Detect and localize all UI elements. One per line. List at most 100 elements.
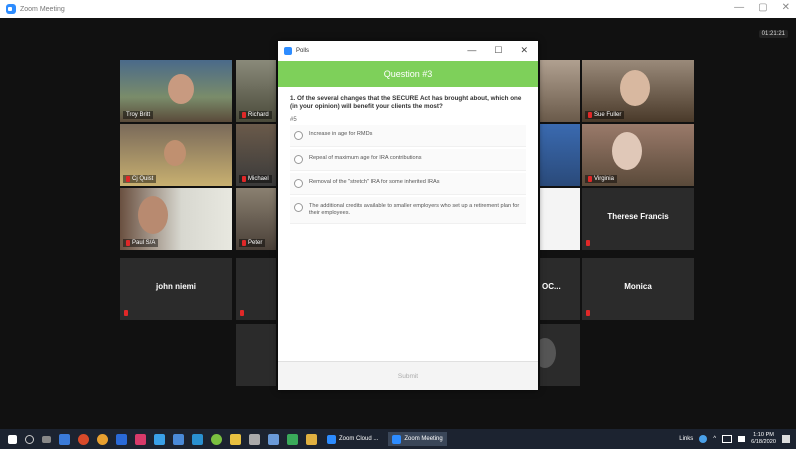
video-tile[interactable]: OC...	[540, 258, 580, 320]
app-icon[interactable]	[249, 433, 260, 445]
muted-mic-icon	[588, 112, 592, 118]
app-icon[interactable]	[135, 433, 146, 445]
poll-maximize-button[interactable]: ☐	[494, 45, 502, 56]
app-icon[interactable]	[78, 433, 89, 445]
poll-minimize-button[interactable]: —	[467, 45, 476, 56]
video-tile[interactable]: Peter	[236, 188, 276, 250]
maximize-button[interactable]: ▢	[758, 2, 767, 13]
app-icon[interactable]	[306, 433, 317, 445]
video-tile[interactable]: Virginia	[582, 124, 694, 186]
video-tile[interactable]: Cj Quist	[120, 124, 232, 186]
question-text: 1. Of the several changes that the SECUR…	[290, 95, 522, 110]
muted-mic-icon	[124, 310, 128, 316]
minimize-button[interactable]: —	[734, 2, 744, 13]
windows-start-icon[interactable]	[8, 434, 17, 444]
video-tile[interactable]	[540, 60, 580, 122]
option-label: Removal of the "stretch" IRA for some in…	[309, 179, 440, 185]
file-explorer-icon[interactable]	[59, 433, 70, 445]
video-tile[interactable]: Sue Fuller	[582, 60, 694, 122]
muted-mic-icon	[588, 176, 592, 182]
app-icon[interactable]	[287, 433, 298, 445]
participant-name: Therese Francis	[607, 212, 669, 221]
participant-name: Michael	[239, 175, 272, 183]
task-view-icon[interactable]	[42, 435, 51, 443]
taskbar: Zoom Cloud ... Zoom Meeting Links ^ 1:10…	[0, 429, 796, 449]
close-button[interactable]: ✕	[782, 2, 790, 13]
video-tile[interactable]: Troy Britt	[120, 60, 232, 122]
poll-option[interactable]: Repeal of maximum age for IRA contributi…	[290, 149, 526, 171]
meeting-timer: 01:21:21	[758, 30, 788, 38]
video-tile[interactable]	[540, 324, 580, 386]
app-icon[interactable]	[268, 433, 279, 445]
radio-button[interactable]	[294, 131, 303, 140]
video-tile[interactable]: Paul S/A	[120, 188, 232, 250]
poll-option[interactable]: Removal of the "stretch" IRA for some in…	[290, 173, 526, 195]
participant-name: Paul S/A	[123, 239, 159, 247]
video-tile[interactable]	[540, 188, 580, 250]
radio-button[interactable]	[294, 179, 303, 188]
chrome-icon[interactable]	[97, 433, 108, 445]
muted-mic-icon	[126, 240, 130, 246]
network-icon[interactable]	[722, 435, 733, 443]
app-icon[interactable]	[192, 433, 203, 445]
video-tile[interactable]	[540, 124, 580, 186]
video-tile[interactable]	[236, 258, 276, 320]
zoom-app-icon	[284, 47, 292, 55]
muted-mic-icon	[242, 176, 246, 182]
taskbar-app-zoom-cloud[interactable]: Zoom Cloud ...	[323, 432, 382, 446]
poll-close-button[interactable]: ✕	[520, 45, 528, 56]
taskbar-app-zoom-meeting[interactable]: Zoom Meeting	[388, 432, 447, 446]
question-header: Question #3	[278, 61, 538, 87]
option-label: Increase in age for RMDs	[309, 131, 373, 137]
zoom-app-icon	[6, 4, 16, 14]
question-number: #5	[290, 117, 297, 123]
links-toolbar[interactable]: Links	[679, 436, 693, 442]
participant-name: Richard	[239, 111, 272, 119]
poll-option[interactable]: The additional credits available to smal…	[290, 197, 526, 224]
volume-icon[interactable]	[738, 436, 746, 442]
participant-name: Monica	[624, 282, 652, 291]
video-tile[interactable]: john niemi	[120, 258, 232, 320]
participant-name: Virginia	[585, 175, 617, 183]
search-icon[interactable]	[25, 434, 34, 444]
zoom-app-icon	[392, 434, 402, 444]
submit-button[interactable]: Submit	[278, 361, 538, 390]
video-tile[interactable]: Monica	[582, 258, 694, 320]
video-tile[interactable]: Michael	[236, 124, 276, 186]
radio-button[interactable]	[294, 203, 303, 212]
muted-mic-icon	[242, 112, 246, 118]
app-icon[interactable]	[173, 433, 184, 445]
poll-window-controls: — ☐ ✕	[467, 45, 528, 56]
participant-name: Cj Quist	[123, 175, 157, 183]
muted-mic-icon	[242, 240, 246, 246]
notifications-icon[interactable]	[782, 435, 790, 443]
option-label: Repeal of maximum age for IRA contributi…	[309, 155, 422, 161]
poll-option[interactable]: Increase in age for RMDs	[290, 125, 526, 147]
participant-name: john niemi	[156, 282, 196, 291]
muted-mic-icon	[240, 310, 244, 316]
poll-title-bar: Polls — ☐ ✕	[278, 41, 538, 61]
window-controls: — ▢ ✕	[734, 2, 790, 13]
participant-name: Peter	[239, 239, 266, 247]
participant-name: Troy Britt	[123, 111, 154, 119]
muted-mic-icon	[126, 176, 130, 182]
poll-dialog: Polls — ☐ ✕ Question #3 1. Of the severa…	[278, 41, 538, 390]
video-tile[interactable]	[236, 324, 276, 386]
app-icon[interactable]	[116, 433, 127, 445]
system-tray: Links ^ 1:10 PM 6/18/2020	[679, 432, 790, 446]
video-tile[interactable]: Richard	[236, 60, 276, 122]
show-hidden-icons-icon[interactable]: ^	[713, 436, 716, 442]
participant-name: Sue Fuller	[585, 111, 625, 119]
window-title-bar: Zoom Meeting — ▢ ✕	[0, 0, 796, 18]
radio-button[interactable]	[294, 155, 303, 164]
muted-mic-icon	[586, 240, 590, 246]
clock[interactable]: 1:10 PM 6/18/2020	[751, 432, 776, 446]
app-icon[interactable]	[154, 433, 165, 445]
app-icon[interactable]	[211, 433, 222, 445]
video-tile[interactable]: Therese Francis	[582, 188, 694, 250]
participant-name: OC...	[542, 282, 561, 291]
zoom-app-icon	[327, 434, 336, 444]
app-icon[interactable]	[230, 433, 241, 445]
app-tray-icon[interactable]	[699, 435, 708, 443]
option-label: The additional credits available to smal…	[309, 203, 520, 216]
